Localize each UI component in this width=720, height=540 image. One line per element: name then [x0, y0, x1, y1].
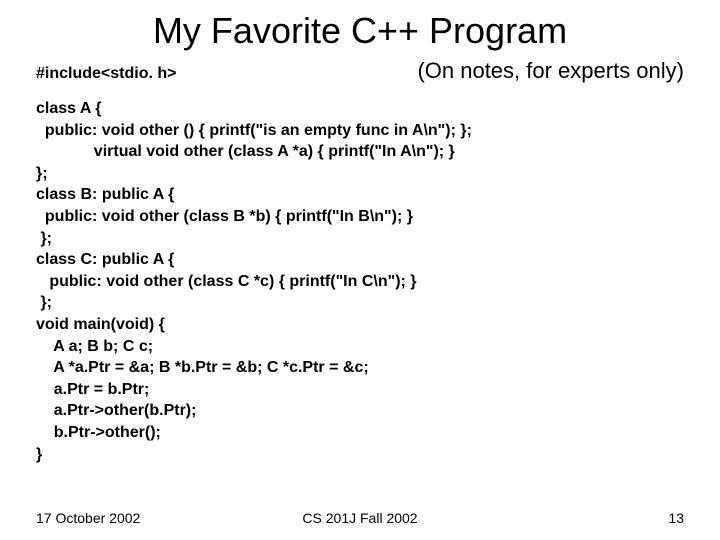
footer-date: 17 October 2002: [36, 510, 140, 526]
include-directive: #include<stdio. h>: [36, 65, 176, 83]
code-block: class A { public: void other () { printf…: [0, 94, 720, 465]
footer-page-number: 13: [668, 510, 684, 526]
slide-title: My Favorite C++ Program: [0, 0, 720, 58]
subtitle-row: #include<stdio. h> (On notes, for expert…: [0, 58, 720, 94]
footer: 17 October 2002 CS 201J Fall 2002 13: [0, 510, 720, 526]
slide: My Favorite C++ Program #include<stdio. …: [0, 0, 720, 540]
expert-note: (On notes, for experts only): [417, 58, 684, 84]
